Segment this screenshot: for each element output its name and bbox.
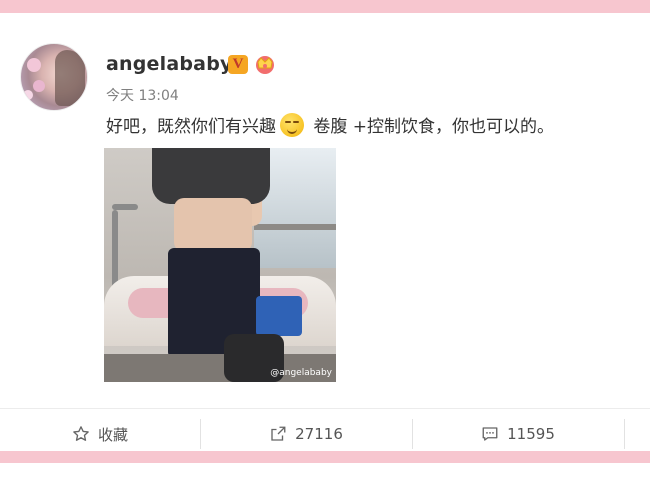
smile-emoji-icon — [280, 113, 304, 137]
photo-torso — [174, 198, 252, 252]
star-icon — [73, 426, 89, 441]
photo-shirt — [152, 148, 270, 204]
top-pink-band — [0, 0, 650, 13]
avatar[interactable] — [20, 43, 88, 111]
avatar-flower — [23, 90, 33, 100]
avatar-hair — [55, 50, 85, 106]
bottom-pink-band — [0, 451, 650, 463]
photo-watermark: @angelababy — [270, 368, 332, 378]
avatar-flower — [33, 80, 45, 92]
avatar-flower — [27, 58, 41, 72]
crown-icon — [256, 56, 274, 74]
post-timestamp[interactable]: 今天 13:04 — [106, 85, 179, 105]
repost-count: 27116 — [295, 425, 343, 443]
share-icon — [271, 426, 286, 441]
post-text-part2: 卷腹 +控制饮食，你也可以的。 — [308, 117, 555, 137]
photo-faucet-spout — [112, 204, 138, 210]
verified-badge-icon: V — [228, 55, 248, 74]
photo-blue-bag — [256, 296, 302, 336]
post-photo[interactable]: @angelababy — [104, 148, 336, 382]
post-text-part1: 好吧，既然你们有兴趣 — [106, 117, 276, 137]
username[interactable]: angelababy — [106, 53, 233, 75]
action-divider — [624, 419, 625, 449]
comment-icon — [482, 427, 498, 441]
weibo-post-card: angelababy V 今天 13:04 好吧，既然你们有兴趣 卷腹 +控制饮… — [0, 13, 650, 451]
post-text: 好吧，既然你们有兴趣 卷腹 +控制饮食，你也可以的。 — [106, 112, 554, 137]
favorite-label: 收藏 — [97, 425, 128, 444]
comment-count: 11595 — [507, 425, 555, 443]
photo-shelf — [254, 224, 336, 230]
